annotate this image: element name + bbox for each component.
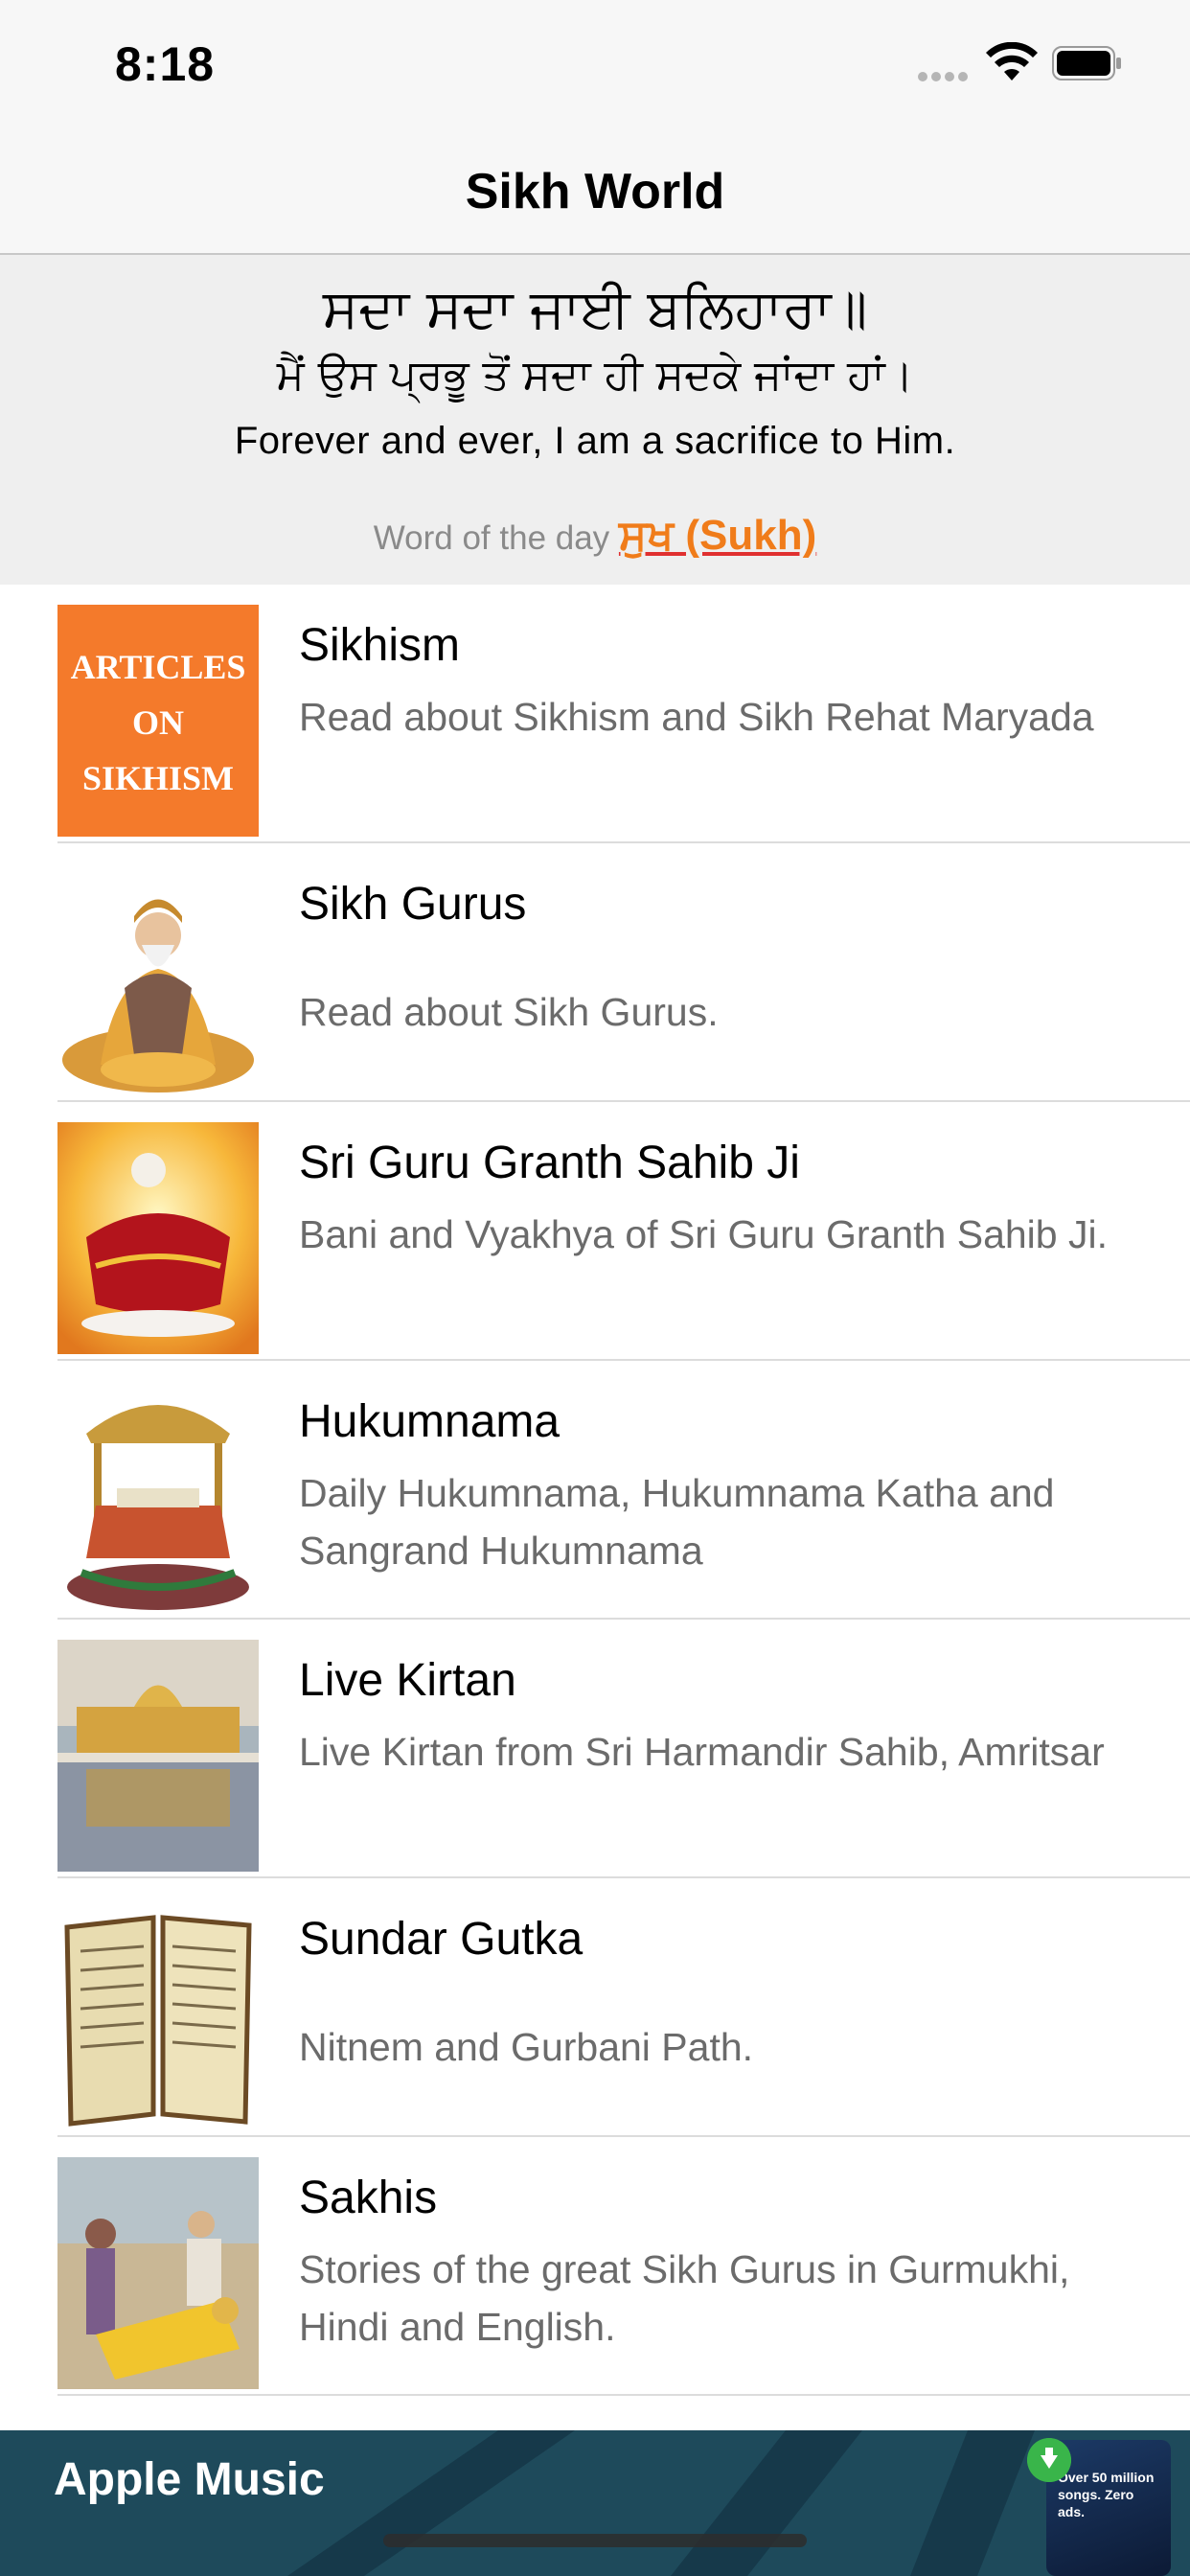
home-indicator[interactable] <box>383 2534 807 2547</box>
ad-banner[interactable]: Apple Music Over 50 million songs. Zero … <box>0 2430 1190 2576</box>
articles-thumb-line: ON <box>132 703 184 742</box>
menu-item-sikh-gurus[interactable]: Sikh Gurus Read about Sikh Gurus. <box>0 843 1190 1102</box>
quote-panel: ਸਦਾ ਸਦਾ ਜਾਈ ਬਲਿਹਾਰਾ॥ ਮੈਂ ਉਸ ਪ੍ਰਭੂ ਤੋਂ ਸਦ… <box>0 255 1190 585</box>
menu-item-subtitle: Bani and Vyakhya of Sri Guru Granth Sahi… <box>299 1212 1108 1256</box>
menu-item-subtitle: Read about Sikhism and Sikh Rehat Maryad… <box>299 695 1094 739</box>
status-bar: 8:18 <box>0 0 1190 134</box>
cellular-signal-icon <box>918 69 973 81</box>
articles-thumb-line: ARTICLES <box>70 648 246 686</box>
word-of-the-day: Word of the day ਸੁਖ (Sukh) <box>0 512 1190 560</box>
menu-item-title: Sikh Gurus <box>299 879 527 930</box>
ad-thumb-text: Over 50 million songs. Zero ads. <box>1058 2470 1155 2519</box>
navigation-bar: Sikh World <box>0 134 1190 255</box>
battery-icon <box>1052 46 1121 80</box>
menu-item-title: Sundar Gutka <box>299 1914 584 1965</box>
gurbani-line: ਸਦਾ ਸਦਾ ਜਾਈ ਬਲਿਹਾਰਾ॥ <box>322 278 868 340</box>
wifi-icon <box>986 42 1038 80</box>
articles-on-sikhism-image: ARTICLES ON SIKHISM <box>57 605 259 837</box>
menu-item-title: Sikhism <box>299 620 461 671</box>
menu-item-hukumnama[interactable]: Hukumnama Daily Hukumnama, Hukumnama Kat… <box>0 1361 1190 1620</box>
palki-image <box>57 1381 259 1613</box>
menu-item-subtitle: Stories of the great Sikh Gurus in Gurmu… <box>299 2247 1070 2349</box>
menu-item-sri-guru-granth-sahib-ji[interactable]: Sri Guru Granth Sahib Ji Bani and Vyakhy… <box>0 1102 1190 1361</box>
punjabi-meaning: ਮੈਂ ਉਸ ਪ੍ਰਭੂ ਤੋਂ ਸਦਾ ਹੀ ਸਦਕੇ ਜਾਂਦਾ ਹਾਂ। <box>276 351 914 400</box>
sakhi-painting-image <box>57 2157 259 2389</box>
menu-item-subtitle: Daily Hukumnama, Hukumnama Katha and San… <box>299 1471 1055 1573</box>
menu-item-live-kirtan[interactable]: Live Kirtan Live Kirtan from Sri Harmand… <box>0 1620 1190 1878</box>
menu-item-sundar-gutka[interactable]: Sundar Gutka Nitnem and Gurbani Path. <box>0 1878 1190 2137</box>
menu-item-title: Sri Guru Granth Sahib Ji <box>299 1138 800 1188</box>
menu-list: ARTICLES ON SIKHISM Sikhism Read about S… <box>0 585 1190 2396</box>
menu-item-subtitle: Read about Sikh Gurus. <box>299 990 719 1034</box>
gutka-book-image <box>57 1898 259 2130</box>
download-icon[interactable] <box>1027 2438 1071 2482</box>
articles-thumb-line: SIKHISM <box>81 759 235 797</box>
row-divider <box>57 2394 1190 2396</box>
menu-item-sakhis[interactable]: Sakhis Stories of the great Sikh Gurus i… <box>0 2137 1190 2396</box>
menu-item-title: Live Kirtan <box>299 1655 516 1706</box>
english-meaning: Forever and ever, I am a sacrifice to Hi… <box>234 420 956 462</box>
ad-title: Apple Music <box>54 2454 325 2505</box>
guru-image <box>57 863 259 1095</box>
menu-item-title: Sakhis <box>299 2173 438 2223</box>
menu-item-subtitle: Live Kirtan from Sri Harmandir Sahib, Am… <box>299 1730 1105 1774</box>
menu-item-subtitle: Nitnem and Gurbani Path. <box>299 2025 754 2069</box>
page-title: Sikh World <box>465 164 725 219</box>
granth-sahib-image <box>57 1122 259 1354</box>
word-of-the-day-link[interactable]: ਸੁਖ (Sukh) <box>619 512 816 559</box>
word-of-the-day-label: Word of the day <box>373 519 610 557</box>
status-time: 8:18 <box>115 37 216 91</box>
golden-temple-image <box>57 1640 259 1872</box>
menu-item-title: Hukumnama <box>299 1396 561 1447</box>
menu-item-sikhism[interactable]: ARTICLES ON SIKHISM Sikhism Read about S… <box>0 585 1190 843</box>
